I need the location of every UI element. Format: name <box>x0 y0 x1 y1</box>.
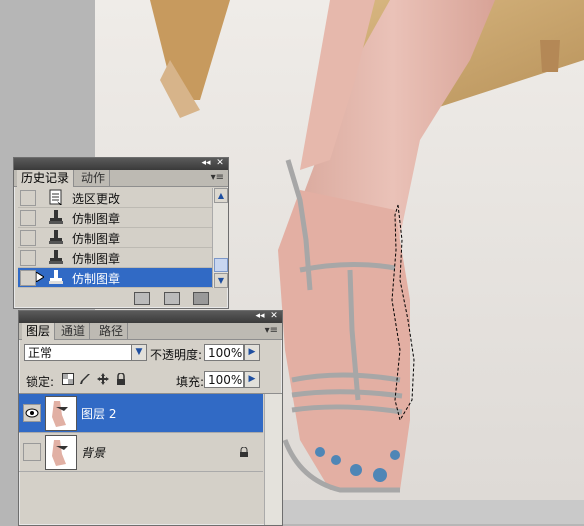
snapshot-source-checkbox[interactable] <box>20 190 36 206</box>
clone-stamp-icon <box>49 210 63 224</box>
snapshot-source-checkbox[interactable] <box>20 210 36 226</box>
history-item[interactable]: 仿制图章 <box>18 208 223 228</box>
visibility-toggle[interactable] <box>23 443 41 461</box>
history-panel-titlebar[interactable]: ◂◂ ✕ <box>14 158 228 170</box>
history-item-selected[interactable]: 仿制图章 <box>18 268 223 288</box>
new-document-from-state-icon[interactable] <box>134 292 150 305</box>
fill-label: 填充: <box>176 375 205 389</box>
tab-history[interactable]: 历史记录 <box>17 170 75 187</box>
history-tabs: 历史记录 动作 ▾≡ <box>14 170 228 187</box>
layers-panel-titlebar[interactable]: ◂◂ ✕ <box>19 311 282 323</box>
lock-label: 锁定: <box>26 375 55 389</box>
layer-row-background[interactable]: 背景 <box>19 433 263 472</box>
trash-icon[interactable] <box>193 292 209 305</box>
layers-scrollbar[interactable] <box>264 394 282 525</box>
tab-layers[interactable]: 图层 <box>22 323 56 340</box>
layer-name[interactable]: 背景 <box>81 444 105 461</box>
history-item[interactable]: 仿制图章 <box>18 228 223 248</box>
chevron-down-icon[interactable]: ▼ <box>131 344 147 361</box>
snapshot-source-checkbox[interactable] <box>20 230 36 246</box>
scroll-thumb[interactable] <box>214 258 228 272</box>
lock-icon <box>240 447 248 457</box>
history-item-label: 仿制图章 <box>72 252 121 266</box>
clone-stamp-icon <box>49 270 63 284</box>
scroll-down-icon[interactable]: ▼ <box>214 273 228 288</box>
new-snapshot-icon[interactable] <box>164 292 180 305</box>
history-item[interactable]: 仿制图章 <box>18 248 223 268</box>
layers-tabs: 图层 通道 路径 ▾≡ <box>19 323 282 340</box>
document-icon <box>49 189 62 205</box>
snapshot-source-checkbox[interactable] <box>20 270 36 286</box>
opacity-input[interactable]: 100% <box>204 344 244 361</box>
history-item-label: 仿制图章 <box>72 232 121 246</box>
layer-row-layer2[interactable]: 图层 2 <box>19 394 263 433</box>
snapshot-source-checkbox[interactable] <box>20 250 36 266</box>
close-icon[interactable]: ✕ <box>214 158 226 169</box>
layers-panel: ◂◂ ✕ 图层 通道 路径 ▾≡ 正常 ▼ 不透明度: 100% ▶ 锁定: 填… <box>18 310 283 526</box>
scroll-up-icon[interactable]: ▲ <box>214 188 228 203</box>
history-state-arrow-icon[interactable] <box>36 272 44 282</box>
opacity-slider-arrow-icon[interactable]: ▶ <box>244 344 260 361</box>
layer-thumbnail <box>45 396 77 431</box>
lock-position-move-icon[interactable] <box>97 373 109 385</box>
visibility-eye-icon[interactable] <box>23 404 41 422</box>
collapse-icon[interactable]: ◂◂ <box>200 158 212 169</box>
history-panel: ◂◂ ✕ 历史记录 动作 ▾≡ 选区更改 仿制图章 仿制图章 仿制图章 仿制图章… <box>13 157 229 309</box>
panel-menu-icon[interactable]: ▾≡ <box>265 325 278 336</box>
history-item[interactable]: 选区更改 <box>18 188 223 208</box>
lock-pixels-brush-icon[interactable] <box>79 373 91 385</box>
opacity-label: 不透明度: <box>150 348 203 362</box>
history-scrollbar[interactable]: ▲ ▼ <box>212 188 228 288</box>
lock-all-icon[interactable] <box>115 373 127 385</box>
tab-channels[interactable]: 通道 <box>57 323 91 339</box>
blend-mode-select[interactable]: 正常 <box>24 344 132 361</box>
fill-input[interactable]: 100% <box>204 371 244 388</box>
layer-thumbnail <box>45 435 77 470</box>
collapse-icon[interactable]: ◂◂ <box>254 311 266 322</box>
lock-transparent-icon[interactable] <box>62 373 74 385</box>
clone-stamp-icon <box>49 250 63 264</box>
history-item-label: 仿制图章 <box>72 212 121 226</box>
tab-actions[interactable]: 动作 <box>77 170 111 186</box>
fill-slider-arrow-icon[interactable]: ▶ <box>244 371 260 388</box>
history-item-label: 仿制图章 <box>72 272 121 286</box>
layer-name[interactable]: 图层 2 <box>81 405 116 422</box>
history-item-label: 选区更改 <box>72 192 121 206</box>
clone-stamp-icon <box>49 230 63 244</box>
tab-paths[interactable]: 路径 <box>95 323 129 339</box>
panel-menu-icon[interactable]: ▾≡ <box>211 172 224 183</box>
close-icon[interactable]: ✕ <box>268 311 280 322</box>
